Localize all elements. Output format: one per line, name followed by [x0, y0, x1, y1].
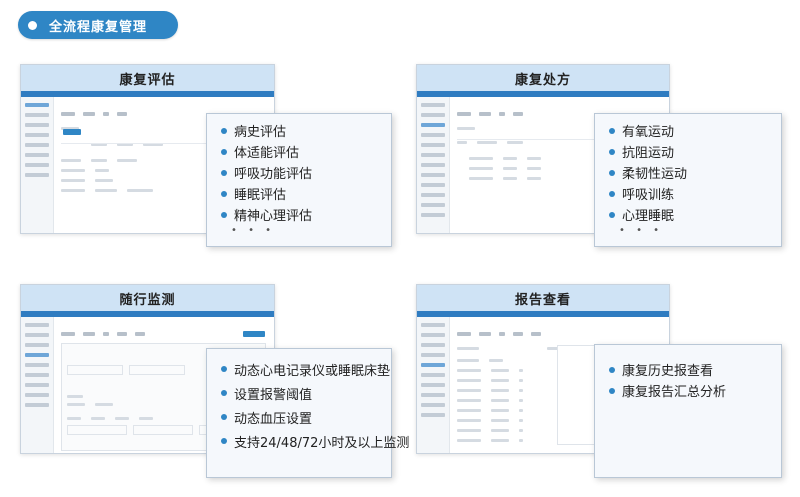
list-item: 病史评估 — [221, 120, 391, 141]
report-callout: 康复历史报查看 康复报告汇总分析 — [594, 344, 782, 478]
list-item: 康复历史报查看 — [609, 359, 781, 380]
prescription-callout: 有氧运动 抗阻运动 柔韧性运动 呼吸训练 心理睡眠 • • • — [594, 113, 782, 247]
list-item: 呼吸功能评估 — [221, 162, 391, 183]
section-title-pill: 全流程康复管理 — [18, 11, 178, 39]
bullet-icon — [28, 20, 37, 30]
list-item: 动态心电记录仪或睡眠床垫 — [221, 357, 391, 381]
panel-title: 康复评估 — [21, 65, 274, 91]
list-item: 呼吸训练 — [609, 183, 781, 204]
list-item: 抗阻运动 — [609, 141, 781, 162]
list-item: 设置报警阈值 — [221, 381, 391, 405]
list-item: 心理睡眠 — [609, 204, 781, 225]
more-indicator: • • • — [619, 225, 664, 236]
list-item: 支持24/48/72小时及以上监测 — [221, 429, 409, 453]
list-item: 柔韧性运动 — [609, 162, 781, 183]
section-title: 全流程康复管理 — [49, 19, 148, 35]
assessment-callout: 病史评估 体适能评估 呼吸功能评估 睡眠评估 精神心理评估 • • • — [206, 113, 392, 247]
list-item: 体适能评估 — [221, 141, 391, 162]
list-item: 动态血压设置 — [221, 405, 391, 429]
list-item: 睡眠评估 — [221, 183, 391, 204]
panel-title: 康复处方 — [417, 65, 669, 91]
list-item: 康复报告汇总分析 — [609, 380, 781, 401]
panel-title: 报告查看 — [417, 285, 669, 311]
list-item: 精神心理评估 — [221, 204, 391, 225]
list-item: 有氧运动 — [609, 120, 781, 141]
panel-title: 随行监测 — [21, 285, 274, 311]
more-indicator: • • • — [231, 225, 276, 236]
monitoring-callout: 动态心电记录仪或睡眠床垫 设置报警阈值 动态血压设置 支持24/48/72小时及… — [206, 348, 409, 478]
